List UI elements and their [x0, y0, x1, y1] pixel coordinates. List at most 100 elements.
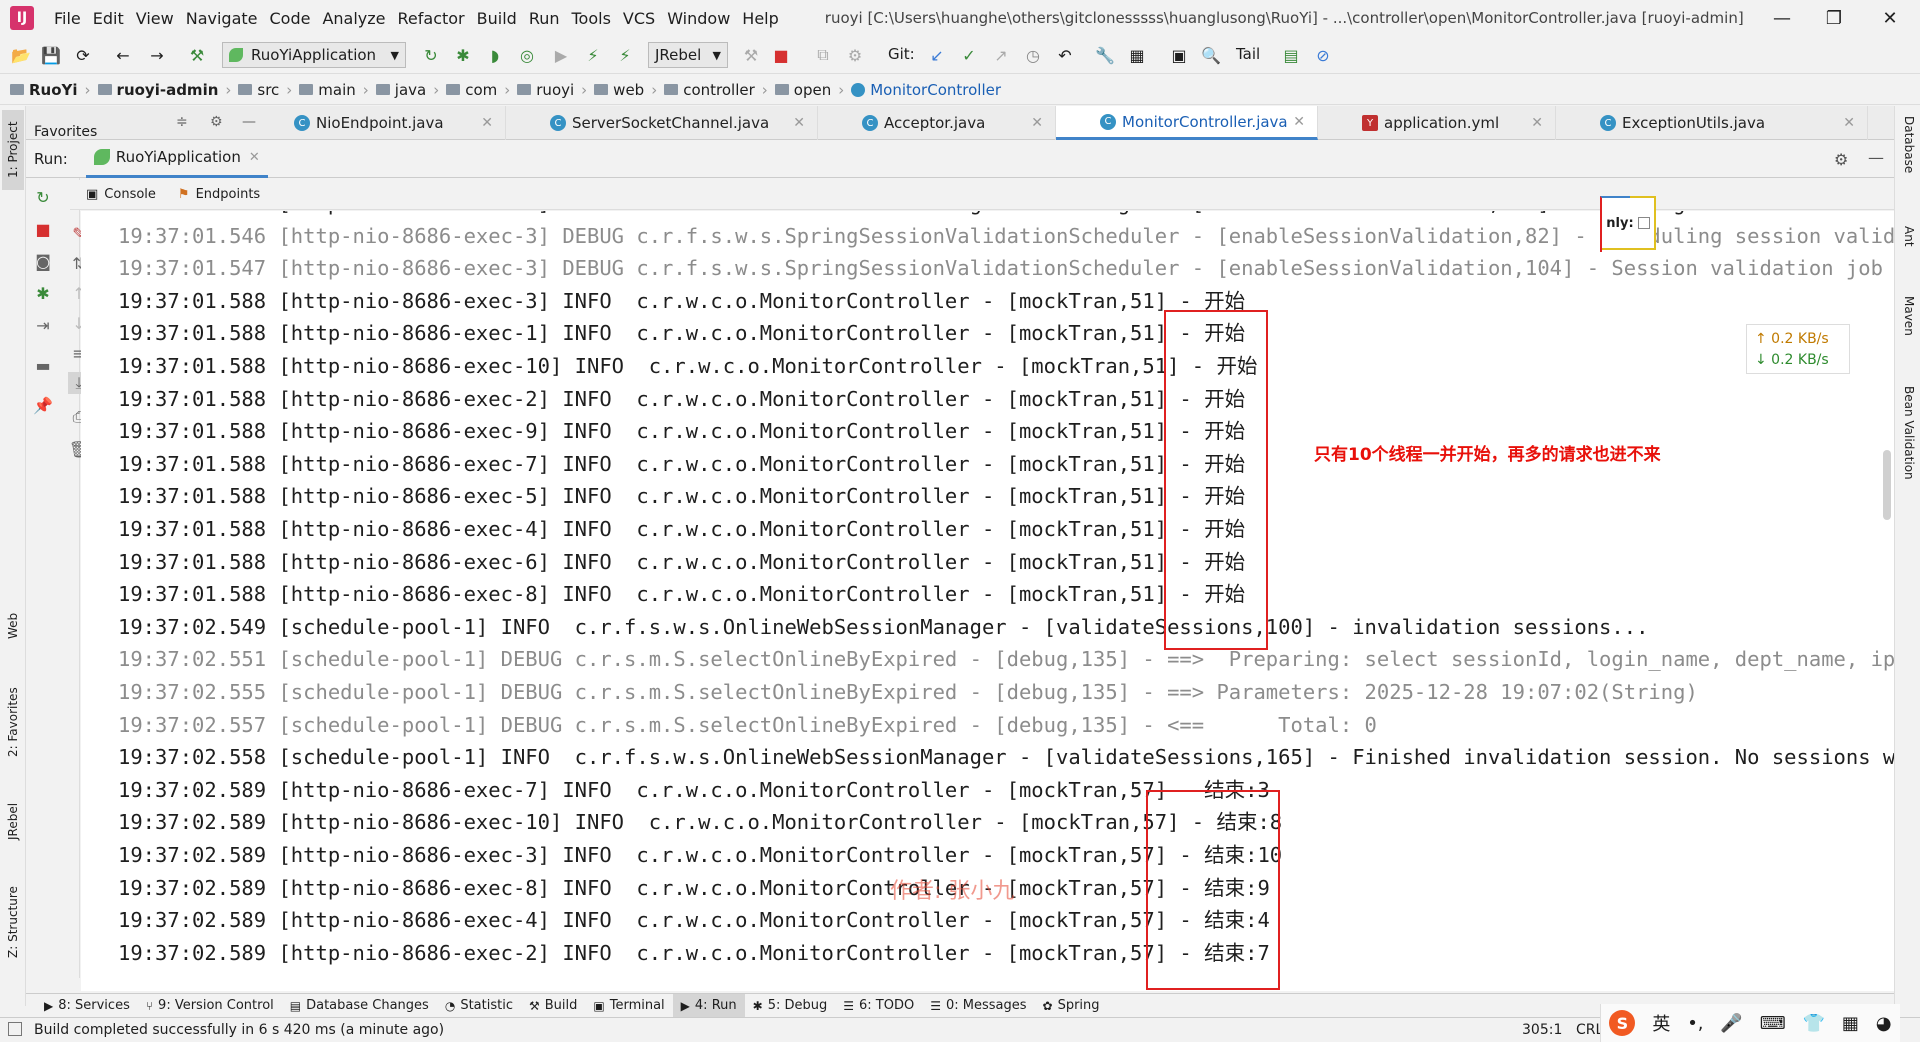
- menu-run[interactable]: Run: [523, 9, 566, 28]
- run-config-select[interactable]: RuoYiApplication ▼: [222, 42, 406, 68]
- coverage-icon[interactable]: ◗: [484, 44, 506, 66]
- breadcrumb-item[interactable]: main ›: [299, 81, 375, 99]
- rerun-icon[interactable]: ↻: [32, 186, 54, 208]
- git-update-icon[interactable]: ↙: [926, 44, 948, 66]
- menu-window[interactable]: Window: [661, 9, 736, 28]
- breadcrumb-item[interactable]: web ›: [594, 81, 664, 99]
- tab-jrebel[interactable]: JRebel: [2, 786, 24, 856]
- wrench-icon[interactable]: 🔧: [1094, 44, 1116, 66]
- build-hammer-icon[interactable]: ⚒: [186, 44, 208, 66]
- stop-icon[interactable]: ■: [32, 218, 54, 240]
- caret-position[interactable]: 305:1: [1522, 1022, 1562, 1038]
- floating-only-widget[interactable]: nly:: [1600, 196, 1656, 252]
- tab-console[interactable]: ▣ Console: [80, 187, 162, 202]
- bottom-tab-terminal[interactable]: ▣ Terminal: [585, 994, 672, 1018]
- history-icon[interactable]: ◷: [1022, 44, 1044, 66]
- bottom-tab-debug[interactable]: ✱ 5: Debug: [745, 994, 836, 1018]
- tab-structure[interactable]: Z: Structure: [2, 872, 24, 972]
- git-push-icon[interactable]: ↗: [990, 44, 1012, 66]
- bottom-tab-run[interactable]: ▶ 4: Run: [672, 993, 745, 1018]
- gear-icon[interactable]: ⚙: [210, 114, 223, 130]
- breadcrumb-item[interactable]: MonitorController: [851, 81, 1001, 99]
- debug-bug-icon[interactable]: ✱: [32, 282, 54, 304]
- jrebel-run-icon[interactable]: ⚡: [582, 44, 604, 66]
- menu-analyze[interactable]: Analyze: [316, 9, 391, 28]
- bottom-tab-database-changes[interactable]: ▤ Database Changes: [282, 994, 437, 1018]
- breadcrumb-item[interactable]: com ›: [446, 81, 517, 99]
- bottom-tab-statistic[interactable]: ◔ Statistic: [437, 994, 521, 1018]
- sync-icon[interactable]: ⟳: [72, 44, 94, 66]
- ime-punctuation[interactable]: •,: [1687, 1013, 1703, 1034]
- jrebel-debug-icon[interactable]: ⚡: [614, 44, 636, 66]
- close-icon[interactable]: ✕: [1843, 115, 1855, 131]
- collapse-icon[interactable]: ≑: [176, 114, 188, 130]
- editor-tab[interactable]: Yapplication.yml ✕: [1318, 106, 1556, 140]
- profile-icon[interactable]: ◎: [516, 44, 538, 66]
- menu-vcs[interactable]: VCS: [617, 9, 661, 28]
- pin-icon[interactable]: 📌: [32, 394, 54, 416]
- menu-refactor[interactable]: Refactor: [392, 9, 471, 28]
- project-structure-icon[interactable]: ▦: [1126, 44, 1148, 66]
- editor-tab[interactable]: C Acceptor.java ✕: [818, 106, 1056, 140]
- hammer-disabled-icon[interactable]: ⚒: [740, 44, 762, 66]
- bottom-tab-todo[interactable]: ☰ 6: TODO: [835, 994, 922, 1018]
- minimize-button[interactable]: —: [1754, 0, 1810, 36]
- bottom-tab-version-control[interactable]: ⑂ 9: Version Control: [138, 994, 282, 1018]
- back-arrow-icon[interactable]: ←: [112, 44, 134, 66]
- bottom-tab-messages[interactable]: ☰ 0: Messages: [922, 994, 1034, 1018]
- menu-edit[interactable]: Edit: [87, 9, 130, 28]
- toggle-panels-icon[interactable]: [8, 1022, 22, 1036]
- sogou-logo-icon[interactable]: S: [1609, 1010, 1636, 1036]
- keyboard-icon[interactable]: ⌨: [1760, 1013, 1786, 1034]
- debug-bug-icon[interactable]: ✱: [452, 44, 474, 66]
- editor-tab[interactable]: C NioEndpoint.java ✕: [250, 106, 506, 140]
- menu-code[interactable]: Code: [264, 9, 317, 28]
- menu-navigate[interactable]: Navigate: [180, 9, 264, 28]
- tail-button[interactable]: Tail: [1236, 45, 1260, 63]
- menu-help[interactable]: Help: [736, 9, 784, 28]
- close-icon[interactable]: ✕: [1531, 115, 1543, 131]
- close-icon[interactable]: ✕: [1293, 114, 1305, 130]
- breadcrumb-item[interactable]: src ›: [238, 81, 299, 99]
- breadcrumb-item[interactable]: controller ›: [664, 81, 775, 99]
- tab-project[interactable]: 1: Project: [2, 110, 24, 190]
- hide-panel-icon[interactable]: —: [1868, 148, 1884, 167]
- close-icon[interactable]: ✕: [481, 115, 493, 131]
- close-icon[interactable]: ✕: [1031, 115, 1043, 131]
- close-button[interactable]: ✕: [1862, 0, 1918, 36]
- layout-icon[interactable]: ▬: [32, 354, 54, 376]
- microphone-icon[interactable]: 🎤: [1720, 1013, 1742, 1034]
- tab-database[interactable]: Database: [1899, 116, 1919, 206]
- open-folder-icon[interactable]: 📂: [10, 44, 32, 66]
- editor-tab[interactable]: C ServerSocketChannel.java ✕: [506, 106, 818, 140]
- menu-file[interactable]: File: [48, 9, 87, 28]
- exit-icon[interactable]: ⇥: [32, 314, 54, 336]
- menu-tools[interactable]: Tools: [566, 9, 617, 28]
- ime-language[interactable]: 英: [1652, 1010, 1670, 1036]
- bottom-tab-services[interactable]: ▶ 8: Services: [36, 994, 138, 1018]
- breadcrumb-item[interactable]: open ›: [774, 81, 851, 99]
- run-tab[interactable]: RuoYiApplication ✕: [85, 140, 268, 178]
- camera-icon[interactable]: ◙: [32, 250, 54, 272]
- mascot-icon[interactable]: ◕: [1876, 1013, 1892, 1034]
- stop-icon[interactable]: ■: [770, 44, 792, 66]
- tab-bean-validation[interactable]: Bean Validation: [1899, 386, 1919, 526]
- gear-icon[interactable]: ⚙: [1834, 150, 1848, 169]
- run-play-icon[interactable]: ▶: [550, 44, 572, 66]
- bottom-tab-spring[interactable]: ✿ Spring: [1035, 994, 1108, 1018]
- breadcrumb-item[interactable]: java ›: [375, 81, 446, 99]
- tab-ant[interactable]: Ant: [1899, 226, 1919, 276]
- no-entry-icon[interactable]: ⊘: [1312, 44, 1334, 66]
- chart-monitor-icon[interactable]: ▤: [1280, 44, 1302, 66]
- editor-tab[interactable]: C ExceptionUtils.java ✕: [1556, 106, 1868, 140]
- git-commit-icon[interactable]: ✓: [958, 44, 980, 66]
- rerun-icon[interactable]: ↻: [420, 44, 442, 66]
- menu-build[interactable]: Build: [471, 9, 523, 28]
- breadcrumb-item[interactable]: RuoYi ›: [10, 81, 98, 99]
- grid-icon[interactable]: ▦: [1842, 1013, 1859, 1034]
- close-icon[interactable]: ✕: [249, 150, 260, 165]
- rollback-icon[interactable]: ↶: [1054, 44, 1076, 66]
- close-icon[interactable]: ✕: [793, 115, 805, 131]
- jrebel-select[interactable]: JRebel ▼: [648, 42, 728, 68]
- scrollbar-thumb[interactable]: [1883, 450, 1891, 520]
